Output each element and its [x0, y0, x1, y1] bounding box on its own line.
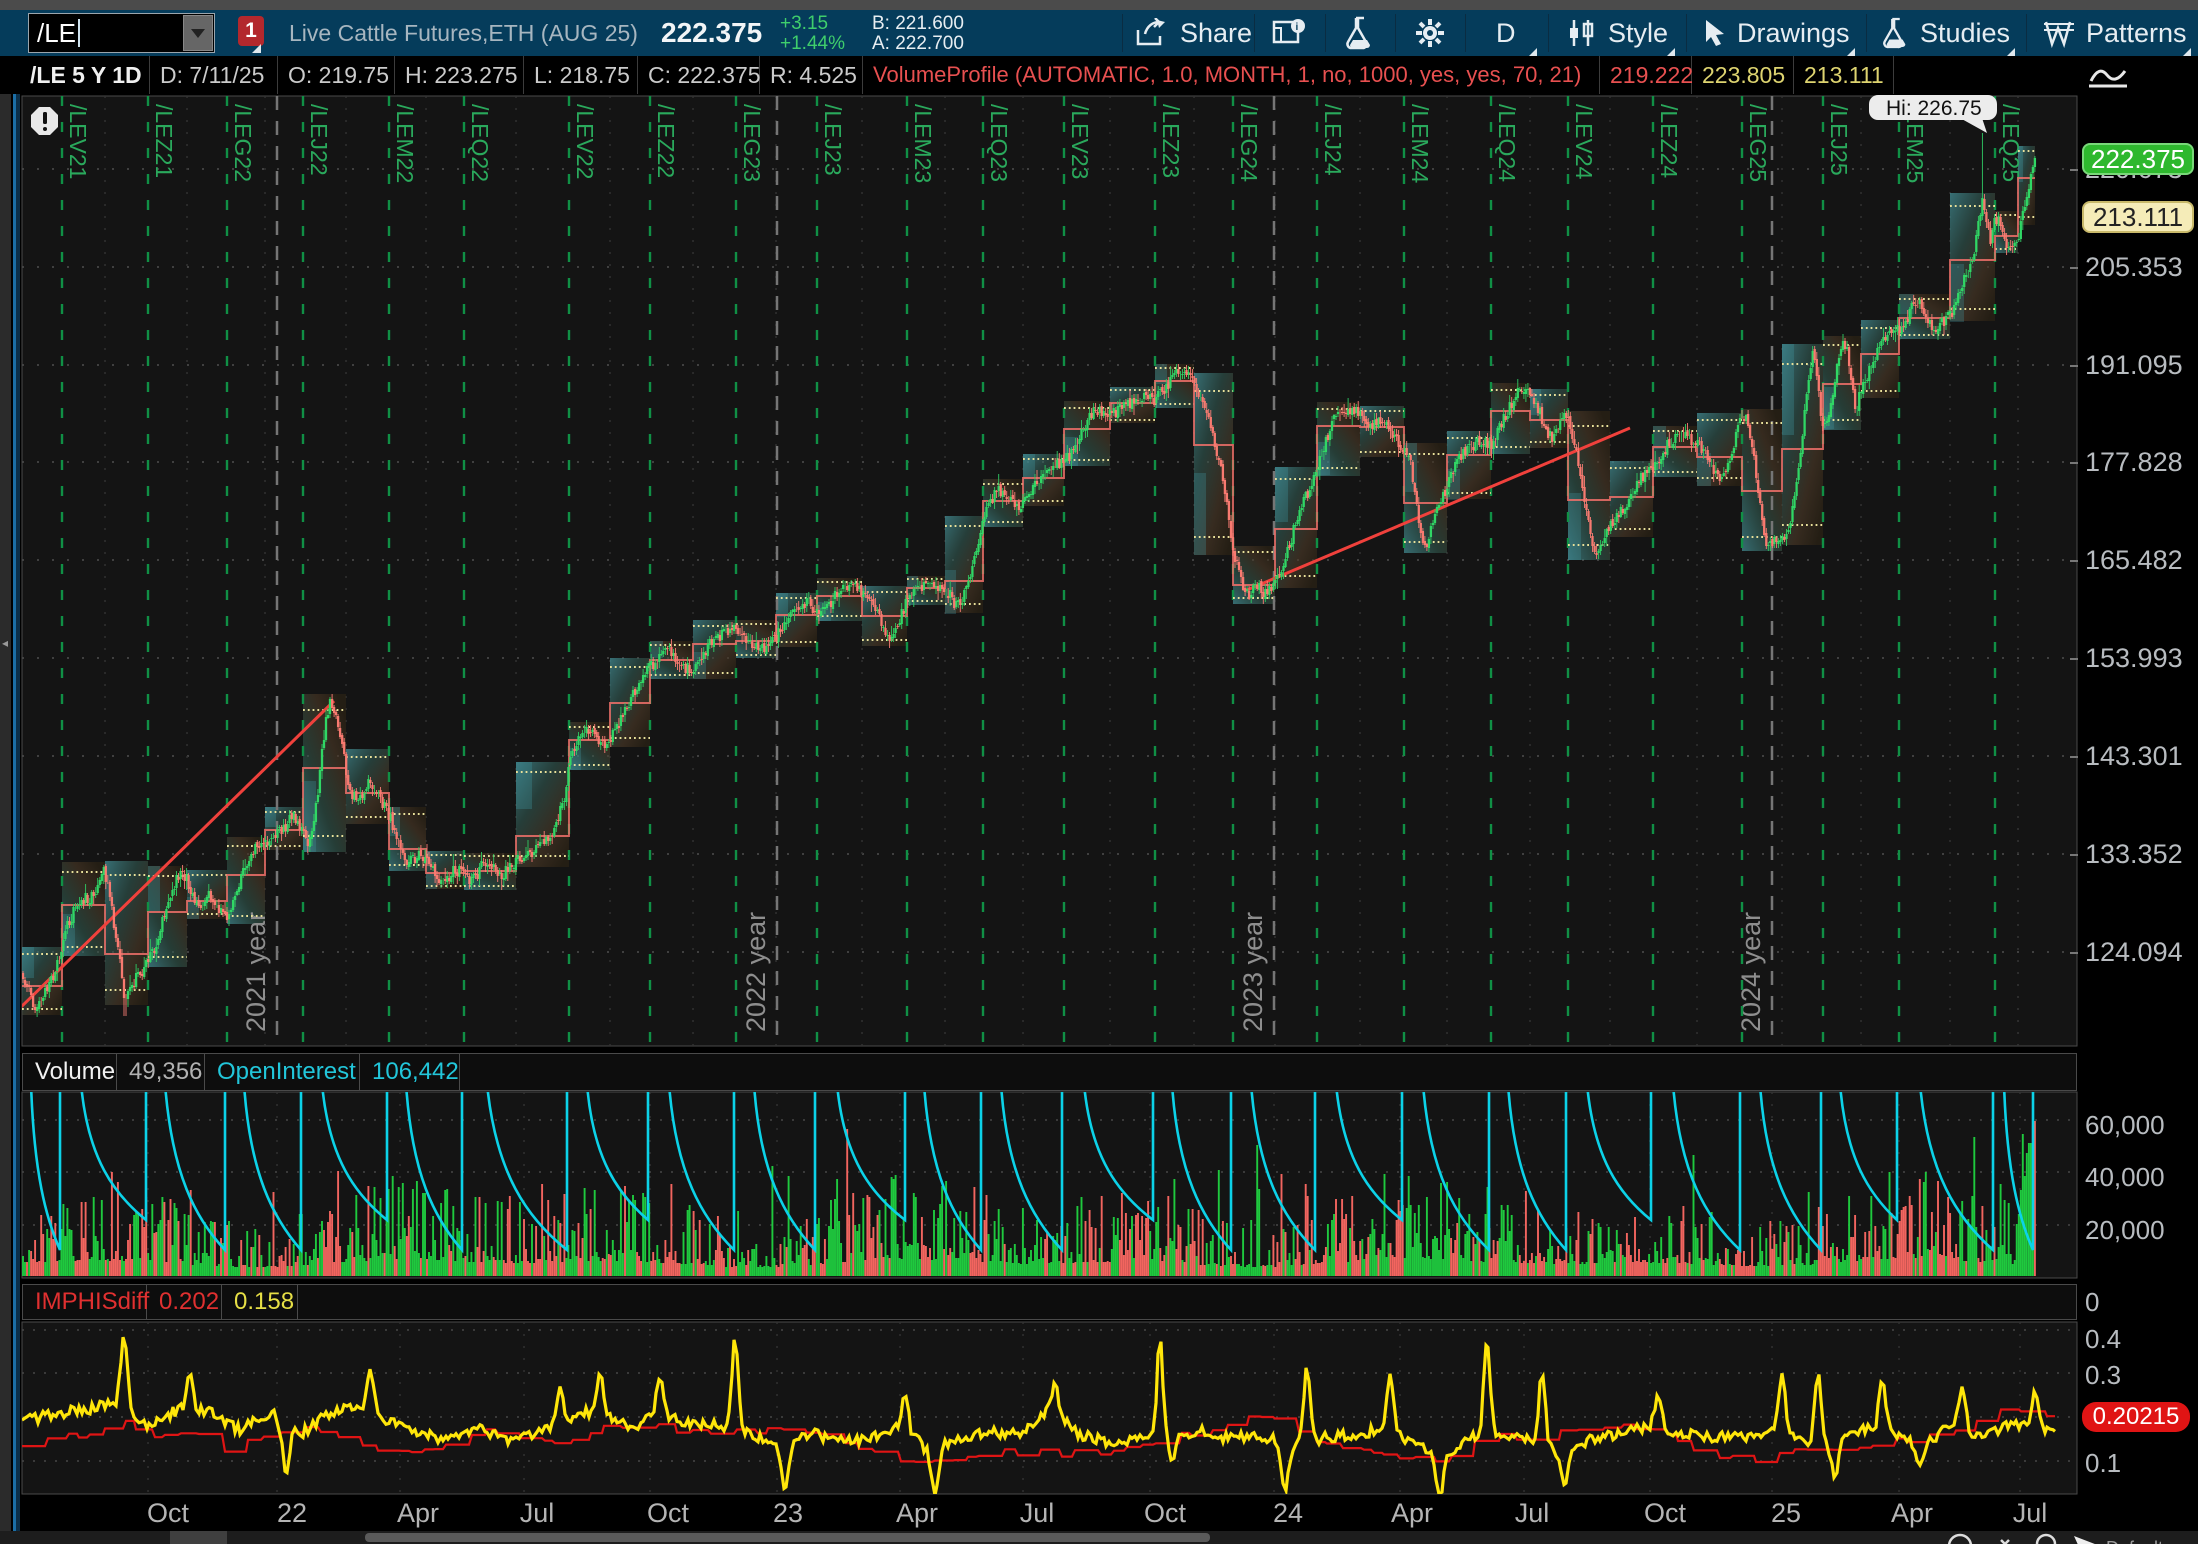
svg-text:Default: Default	[2106, 1538, 2163, 1544]
